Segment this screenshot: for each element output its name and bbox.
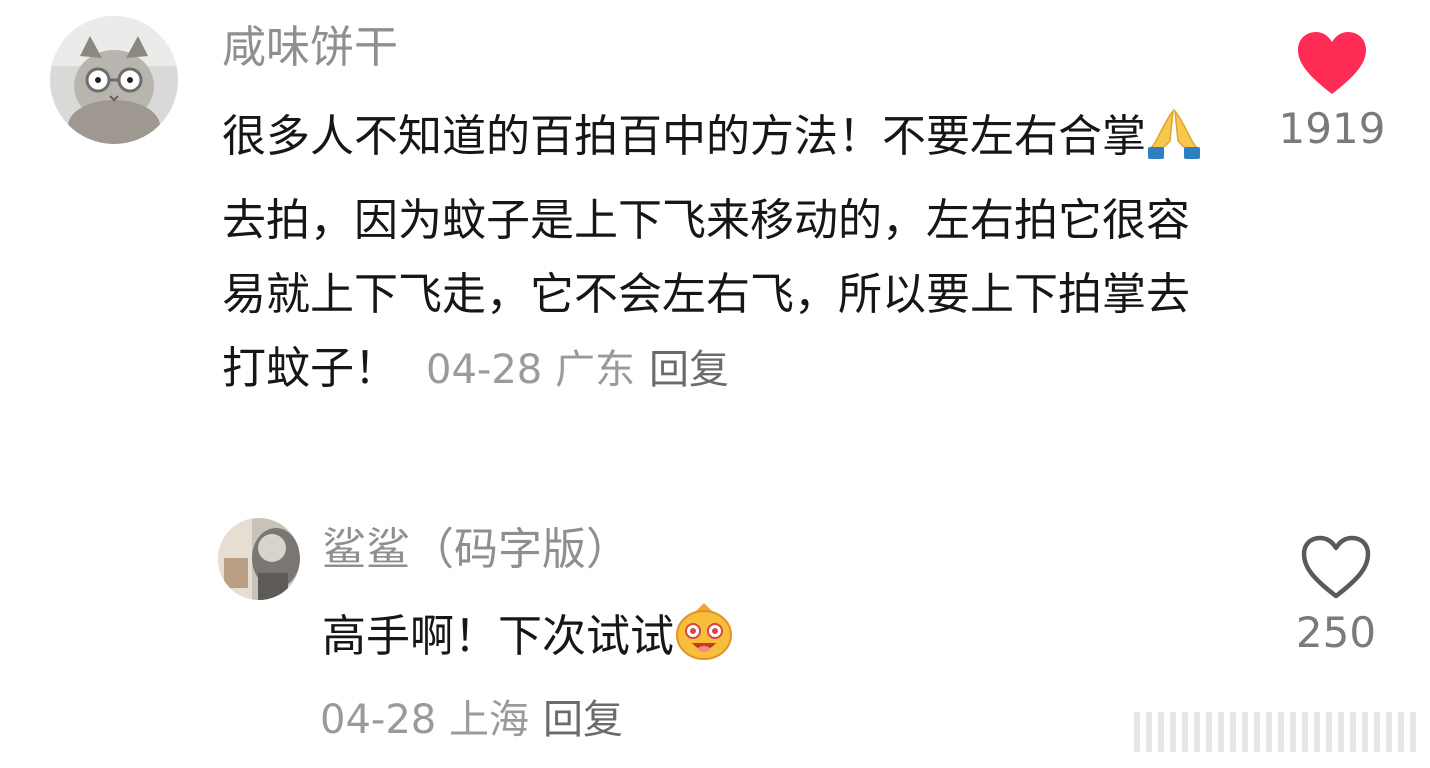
heart-filled-icon bbox=[1298, 32, 1366, 94]
comment-location: 广东 bbox=[554, 347, 635, 393]
heart-outline-icon bbox=[1301, 535, 1371, 599]
excited-face-icon bbox=[674, 601, 734, 684]
comment-meta: 04-28 广东 回复 bbox=[426, 347, 729, 393]
folded-hands-icon bbox=[1146, 107, 1202, 184]
comment-text-part: 高手啊！下次试试 bbox=[322, 611, 674, 662]
avatar-photo-image bbox=[218, 518, 300, 600]
comment-username[interactable]: 鲨鲨（码字版） bbox=[322, 520, 630, 580]
comment-location: 上海 bbox=[448, 697, 529, 743]
comment-date: 04-28 bbox=[320, 697, 437, 743]
like-count: 250 bbox=[1295, 608, 1377, 657]
comment-text-part: 很多人不知道的百拍百中的方法！不要左右合掌 bbox=[222, 111, 1146, 162]
reply-button[interactable]: 回复 bbox=[649, 347, 729, 393]
like-count: 1919 bbox=[1278, 104, 1386, 153]
avatar[interactable] bbox=[50, 16, 178, 144]
like-button[interactable]: 250 bbox=[1286, 534, 1386, 657]
like-button[interactable]: 1919 bbox=[1278, 30, 1386, 153]
avatar[interactable] bbox=[218, 518, 300, 600]
comment-text: 很多人不知道的百拍百中的方法！不要左右合掌 去拍，因为蚊子是上下飞来移动的，左右… bbox=[222, 100, 1202, 407]
comment-text: 高手啊！下次试试 bbox=[322, 600, 1202, 684]
reply-button[interactable]: 回复 bbox=[543, 697, 623, 743]
comment-username[interactable]: 咸味饼干 bbox=[222, 18, 398, 78]
watermark bbox=[1134, 712, 1416, 752]
comment-meta: 04-28 上海 回复 bbox=[320, 690, 623, 750]
comment-date: 04-28 bbox=[426, 347, 543, 393]
avatar-cat-image bbox=[50, 16, 178, 144]
